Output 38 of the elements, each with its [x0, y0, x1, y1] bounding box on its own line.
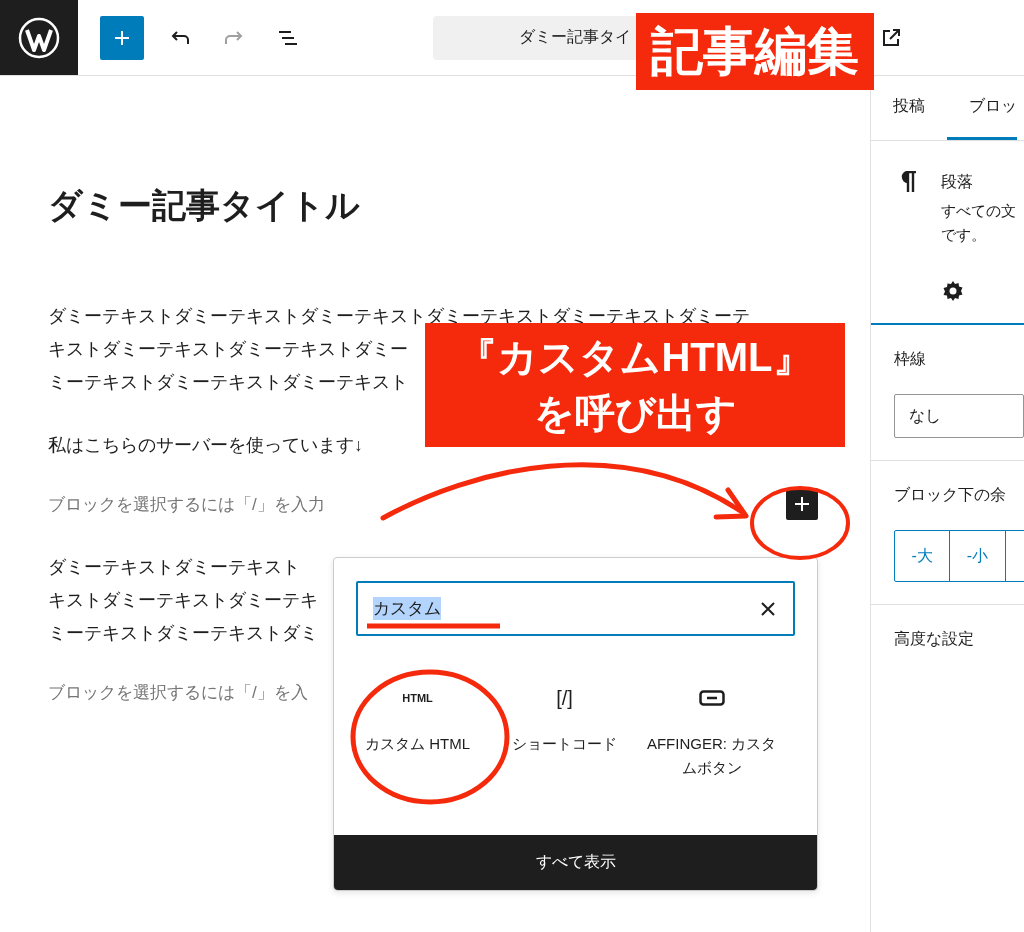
annotation-label: 記事編集: [636, 13, 874, 90]
sidebar-tab[interactable]: 投稿: [871, 76, 947, 140]
add-block-button[interactable]: [100, 15, 144, 60]
spacing-option[interactable]: [1004, 530, 1024, 582]
spacing-option[interactable]: -大: [894, 530, 951, 582]
block-inserter-button[interactable]: [786, 488, 818, 520]
block-result[interactable]: [/] ショートコード: [491, 686, 638, 835]
browse-all-button[interactable]: すべて表示: [334, 835, 817, 890]
search-value: カスタム: [373, 597, 441, 620]
paragraph-line: 私はこちらのサーバーを使っています↓: [48, 434, 363, 457]
plus-icon: [794, 496, 810, 512]
section-label: 枠線: [894, 349, 927, 369]
select-field[interactable]: なし: [894, 394, 1024, 438]
post-title[interactable]: ダミー記事タイトル: [48, 180, 870, 230]
plus-icon: [113, 28, 131, 47]
paragraph-line: キストダミーテキストダミーテキストダミー: [48, 338, 408, 361]
wordpress-logo-icon[interactable]: [0, 0, 78, 75]
document-title-field[interactable]: ダミー記事タイ: [433, 15, 636, 60]
section-label: ブロック下の余: [894, 485, 1007, 505]
paragraph-line: ミーテキストダミーテキストダミ: [48, 622, 318, 645]
block-description: すべての文: [941, 201, 1016, 221]
block-placeholder[interactable]: ブロックを選択するには「/」を入力: [48, 492, 786, 516]
spacing-option[interactable]: -小: [949, 530, 1006, 582]
button-block-icon: [698, 690, 725, 706]
settings-icon[interactable]: [941, 280, 964, 302]
block-result[interactable]: HTML カスタム HTML: [344, 686, 491, 835]
section-label[interactable]: 高度な設定: [894, 629, 1024, 650]
paragraph-icon: [899, 171, 917, 193]
close-icon[interactable]: [761, 601, 775, 616]
block-result[interactable]: AFFINGER: カスタムボタン: [638, 686, 785, 835]
annotation-label: 『カスタムHTML』 を呼び出す: [425, 323, 845, 447]
block-description: です。: [941, 225, 987, 245]
paragraph-line: ミーテキストダミーテキストダミーテキスト: [48, 371, 408, 394]
paragraph-line: キストダミーテキストダミーテキ: [48, 589, 318, 612]
sidebar-tab[interactable]: ブロッ: [947, 76, 1017, 140]
search-field[interactable]: カスタム: [356, 581, 795, 636]
paragraph-line: ダミーテキストダミーテキスト: [48, 556, 300, 579]
block-name: 段落: [941, 172, 974, 192]
